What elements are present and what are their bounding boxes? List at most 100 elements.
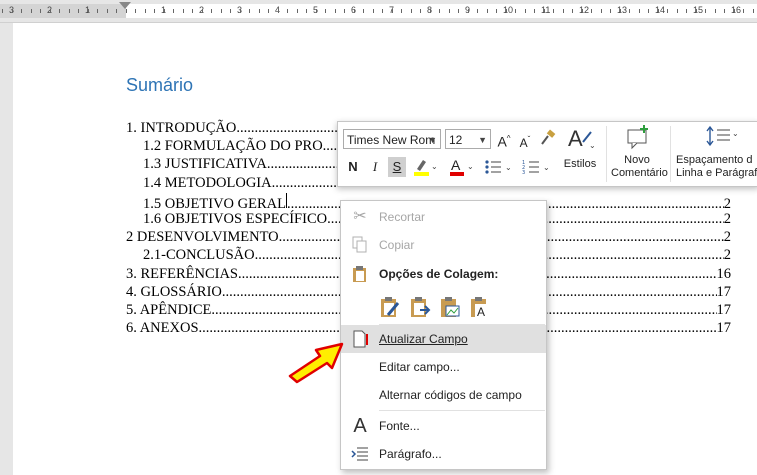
format-painter-icon bbox=[541, 129, 556, 145]
menu-item-edit-field[interactable]: Editar campo... bbox=[341, 353, 546, 381]
menu-item-label: Editar campo... bbox=[379, 360, 460, 374]
grow-font-button[interactable]: A^ bbox=[495, 129, 513, 150]
ruler-tick bbox=[125, 9, 127, 13]
font-name-combo[interactable]: Times New Rom ▼ bbox=[343, 129, 441, 149]
ruler-tick bbox=[306, 9, 307, 13]
menu-item-update-field[interactable]: Atualizar Campo bbox=[341, 325, 546, 353]
ruler-tick bbox=[11, 9, 13, 13]
paste-text-only-icon[interactable]: A bbox=[469, 295, 491, 319]
ruler-tick bbox=[420, 9, 421, 13]
ruler-tick bbox=[638, 9, 640, 13]
font-color-button[interactable]: A ⌄ bbox=[446, 157, 476, 177]
format-painter-button[interactable] bbox=[538, 129, 558, 149]
ruler-tick bbox=[173, 9, 174, 13]
toc-entry-text: 1.6 OBJETIVOS ESPECÍFICO bbox=[143, 211, 328, 227]
menu-item-toggle-field-codes[interactable]: Alternar códigos de campo bbox=[341, 381, 546, 409]
horizontal-ruler[interactable]: 32112345678910111213141516 bbox=[0, 0, 757, 23]
svg-text:⌄: ⌄ bbox=[505, 163, 512, 172]
svg-text:A: A bbox=[568, 126, 583, 151]
ruler-tick bbox=[515, 9, 516, 13]
underline-button[interactable]: S bbox=[388, 157, 406, 177]
numbered-list-icon: 123⌄ bbox=[522, 160, 550, 176]
ruler-tick bbox=[220, 9, 222, 13]
bullets-button[interactable]: ⌄ bbox=[483, 157, 515, 177]
ruler-tick bbox=[87, 9, 89, 13]
ruler-tick bbox=[163, 9, 165, 13]
ruler-number: 12 bbox=[579, 5, 590, 15]
ruler-tick bbox=[524, 9, 526, 13]
menu-item-paragraph[interactable]: Parágrafo... bbox=[341, 440, 546, 468]
svg-text:⌄: ⌄ bbox=[732, 129, 739, 138]
menu-item-cut[interactable]: ✂ Recortar bbox=[341, 203, 546, 231]
styles-label: Estilos bbox=[563, 158, 597, 170]
numbering-button[interactable]: 1 2 3 ⌄ bbox=[521, 157, 553, 177]
svg-text:A: A bbox=[451, 157, 461, 173]
svg-text:⌄: ⌄ bbox=[467, 162, 474, 171]
ruler-tick bbox=[657, 9, 659, 13]
bold-button[interactable]: N bbox=[344, 157, 362, 177]
highlight-button[interactable]: ⌄ bbox=[410, 157, 440, 177]
paste-merge-format-icon[interactable] bbox=[409, 295, 431, 319]
ruler-tick bbox=[410, 9, 412, 13]
ruler-tick bbox=[458, 9, 459, 13]
toc-page-number: 2 bbox=[723, 247, 731, 264]
svg-text:3: 3 bbox=[522, 170, 525, 176]
toc-page-number: 2 bbox=[723, 229, 731, 246]
italic-button[interactable]: I bbox=[366, 157, 384, 177]
menu-item-label: Recortar bbox=[379, 210, 426, 224]
ruler-tick bbox=[667, 9, 668, 13]
new-comment-button[interactable]: Novo Comentário bbox=[611, 124, 668, 180]
font-size-value: 12 bbox=[449, 133, 463, 147]
ruler-tick bbox=[562, 9, 564, 13]
ruler-tick bbox=[182, 9, 184, 13]
line-spacing-icon: ⌄ bbox=[706, 125, 739, 147]
ruler-tick bbox=[106, 9, 108, 13]
font-size-combo[interactable]: 12 ▼ bbox=[445, 129, 491, 149]
shrink-font-button[interactable]: Aˇ bbox=[516, 130, 534, 150]
ruler-tick bbox=[315, 9, 317, 13]
menu-item-copy[interactable]: Copiar bbox=[341, 231, 546, 259]
svg-text:⌄: ⌄ bbox=[589, 141, 596, 150]
line-spacing-button[interactable]: ⌄ Espaçamento d Linha e Parágrafo bbox=[676, 124, 757, 180]
menu-item-font[interactable]: A Fonte... bbox=[341, 412, 546, 440]
ruler-tick bbox=[154, 9, 155, 13]
paste-picture-icon[interactable] bbox=[439, 295, 461, 319]
ruler-tick bbox=[40, 9, 41, 13]
ruler-tick bbox=[49, 9, 51, 13]
menu-item-label: Atualizar Campo bbox=[379, 332, 468, 346]
svg-text:A: A bbox=[477, 305, 485, 319]
ruler-tick bbox=[334, 9, 336, 13]
ruler-tick bbox=[543, 9, 545, 13]
ruler-indent-marker[interactable] bbox=[119, 2, 131, 9]
line-spacing-label-2: Linha e Parágrafo bbox=[676, 167, 757, 179]
ruler-tick bbox=[724, 9, 725, 13]
toc-page-number: 17 bbox=[716, 283, 732, 300]
styles-icon: A ⌄ bbox=[568, 126, 596, 151]
line-spacing-label-1: Espaçamento d bbox=[676, 154, 753, 166]
ruler-tick bbox=[287, 9, 288, 13]
ruler-tick bbox=[610, 9, 611, 13]
paste-keep-format-icon[interactable] bbox=[379, 295, 401, 319]
ruler-tick bbox=[192, 9, 193, 13]
font-color-icon: A ⌄ bbox=[450, 157, 474, 176]
context-menu: ✂ Recortar Copiar Opções de Colagem: A A… bbox=[340, 200, 547, 470]
ruler-number: 10 bbox=[503, 5, 514, 15]
ruler-tick bbox=[391, 9, 393, 13]
ruler-tick bbox=[448, 9, 450, 13]
paste-options-header: Opções de Colagem: bbox=[341, 260, 546, 288]
bullet-list-icon: ⌄ bbox=[485, 160, 512, 174]
menu-item-label: Fonte... bbox=[379, 419, 420, 433]
ruler-tick bbox=[467, 9, 469, 13]
ruler-tick bbox=[743, 9, 744, 13]
grow-font-icon: A bbox=[497, 133, 507, 150]
ruler-tick bbox=[344, 9, 345, 13]
paste-options-label: Opções de Colagem: bbox=[379, 267, 499, 281]
ruler-tick bbox=[676, 9, 678, 13]
svg-text:⌄: ⌄ bbox=[543, 163, 550, 172]
toc-entry-text: 1.3 JUSTIFICATIVA bbox=[143, 156, 267, 173]
ruler-tick bbox=[372, 9, 374, 13]
ruler-tick bbox=[619, 9, 621, 13]
ruler-tick bbox=[211, 9, 212, 13]
styles-button[interactable]: A ⌄ Estilos bbox=[560, 124, 600, 171]
ruler-tick bbox=[752, 9, 754, 13]
